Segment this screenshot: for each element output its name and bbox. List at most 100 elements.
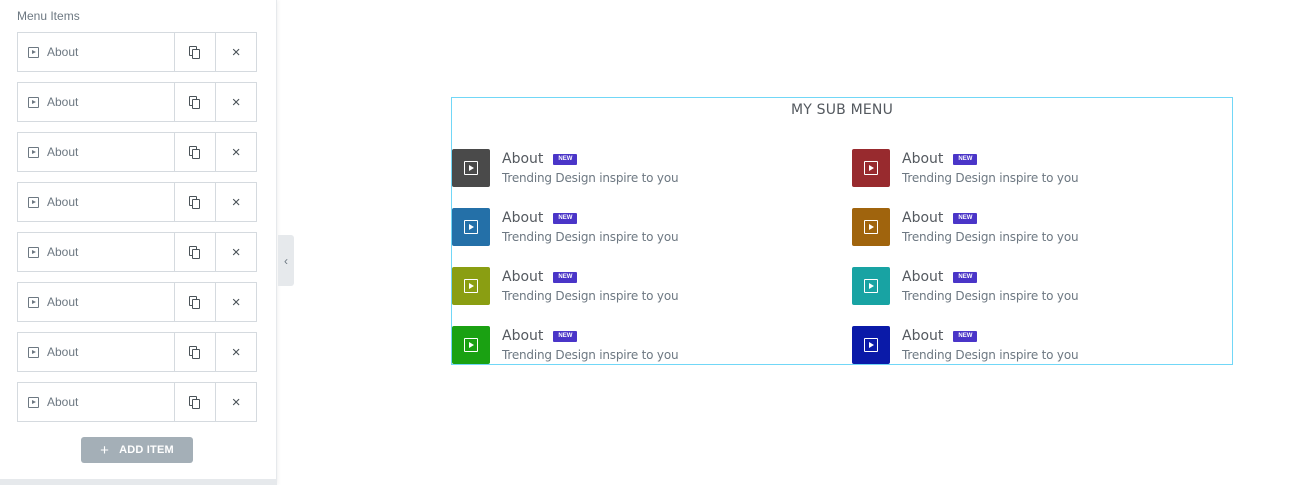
play-icon	[464, 161, 478, 175]
remove-button[interactable]: ×	[215, 333, 256, 371]
item-icon-box	[452, 208, 490, 246]
sub-menu-item[interactable]: About NEW Trending Design inspire to you	[852, 326, 1232, 364]
repeater-row-toggle[interactable]: About	[18, 133, 174, 171]
repeater-row-toggle[interactable]: About	[18, 333, 174, 371]
repeater-row-toggle[interactable]: About	[18, 233, 174, 271]
sub-menu-item[interactable]: About NEW Trending Design inspire to you	[452, 267, 832, 307]
new-badge: NEW	[553, 153, 578, 165]
close-icon: ×	[231, 393, 241, 411]
item-subtitle: Trending Design inspire to you	[902, 289, 1079, 303]
play-icon	[28, 196, 39, 208]
play-icon	[28, 146, 39, 158]
play-icon	[864, 220, 878, 234]
menu-items-heading: Menu Items	[17, 9, 80, 23]
item-icon-box	[852, 326, 890, 364]
repeater-row-toggle[interactable]: About	[18, 283, 174, 321]
new-badge: NEW	[953, 153, 978, 165]
sub-menu-item[interactable]: About NEW Trending Design inspire to you	[852, 208, 1232, 248]
close-icon: ×	[231, 143, 241, 161]
add-item-label: ADD ITEM	[119, 444, 174, 456]
chevron-left-icon: ‹	[284, 253, 288, 268]
item-icon-box	[852, 208, 890, 246]
duplicate-button[interactable]	[174, 183, 215, 221]
panel-footer-bar	[0, 479, 277, 485]
item-title: About	[502, 210, 544, 226]
sub-menu-item[interactable]: About NEW Trending Design inspire to you	[452, 149, 832, 189]
remove-button[interactable]: ×	[215, 83, 256, 121]
remove-button[interactable]: ×	[215, 233, 256, 271]
repeater-row-label: About	[47, 95, 79, 109]
sub-menu-item[interactable]: About NEW Trending Design inspire to you	[852, 149, 1232, 189]
repeater-row: About ×	[17, 332, 257, 372]
repeater-row-toggle[interactable]: About	[18, 33, 174, 71]
repeater-row: About ×	[17, 132, 257, 172]
duplicate-button[interactable]	[174, 333, 215, 371]
item-icon-box	[452, 326, 490, 364]
close-icon: ×	[231, 343, 241, 361]
new-badge: NEW	[953, 212, 978, 224]
repeater-row-toggle[interactable]: About	[18, 383, 174, 421]
new-badge: NEW	[553, 212, 578, 224]
item-icon-box	[452, 267, 490, 305]
item-subtitle: Trending Design inspire to you	[502, 230, 679, 244]
duplicate-button[interactable]	[174, 283, 215, 321]
new-badge: NEW	[953, 271, 978, 283]
new-badge: NEW	[953, 330, 978, 342]
repeater-row-label: About	[47, 295, 79, 309]
copy-icon	[189, 145, 201, 159]
remove-button[interactable]: ×	[215, 283, 256, 321]
new-badge: NEW	[553, 271, 578, 283]
sub-menu-item[interactable]: About NEW Trending Design inspire to you	[852, 267, 1232, 307]
repeater-row: About ×	[17, 82, 257, 122]
duplicate-button[interactable]	[174, 233, 215, 271]
close-icon: ×	[231, 243, 241, 261]
play-icon	[864, 161, 878, 175]
play-icon	[28, 396, 39, 408]
copy-icon	[189, 245, 201, 259]
remove-button[interactable]: ×	[215, 33, 256, 71]
duplicate-button[interactable]	[174, 383, 215, 421]
copy-icon	[189, 195, 201, 209]
item-icon-box	[852, 267, 890, 305]
duplicate-button[interactable]	[174, 33, 215, 71]
remove-button[interactable]: ×	[215, 133, 256, 171]
remove-button[interactable]: ×	[215, 183, 256, 221]
close-icon: ×	[231, 193, 241, 211]
repeater-row-label: About	[47, 245, 79, 259]
repeater-row-toggle[interactable]: About	[18, 83, 174, 121]
play-icon	[28, 346, 39, 358]
add-item-button[interactable]: + ADD ITEM	[81, 437, 193, 463]
copy-icon	[189, 95, 201, 109]
collapse-panel-toggle[interactable]: ‹	[278, 235, 294, 286]
repeater-row: About ×	[17, 32, 257, 72]
sub-menu-widget[interactable]: MY SUB MENU About NEW Trending Design ins…	[451, 97, 1233, 365]
item-title: About	[902, 269, 944, 285]
repeater-row-label: About	[47, 45, 79, 59]
copy-icon	[189, 345, 201, 359]
sub-menu-item[interactable]: About NEW Trending Design inspire to you	[452, 208, 832, 248]
item-title: About	[902, 328, 944, 344]
repeater-row-label: About	[47, 195, 79, 209]
item-subtitle: Trending Design inspire to you	[902, 171, 1079, 185]
repeater-row: About ×	[17, 382, 257, 422]
item-icon-box	[452, 149, 490, 187]
copy-icon	[189, 45, 201, 59]
menu-items-repeater: About × About × About × About × About × …	[17, 32, 257, 432]
duplicate-button[interactable]	[174, 83, 215, 121]
repeater-row-toggle[interactable]: About	[18, 183, 174, 221]
widget-title: MY SUB MENU	[790, 102, 894, 118]
item-icon-box	[852, 149, 890, 187]
duplicate-button[interactable]	[174, 133, 215, 171]
repeater-row-label: About	[47, 395, 79, 409]
item-subtitle: Trending Design inspire to you	[502, 171, 679, 185]
play-icon	[464, 279, 478, 293]
play-icon	[864, 279, 878, 293]
plus-icon: +	[100, 441, 110, 459]
play-icon	[28, 296, 39, 308]
close-icon: ×	[231, 293, 241, 311]
sub-menu-item[interactable]: About NEW Trending Design inspire to you	[452, 326, 832, 364]
repeater-row-label: About	[47, 345, 79, 359]
play-icon	[28, 246, 39, 258]
item-title: About	[902, 210, 944, 226]
remove-button[interactable]: ×	[215, 383, 256, 421]
